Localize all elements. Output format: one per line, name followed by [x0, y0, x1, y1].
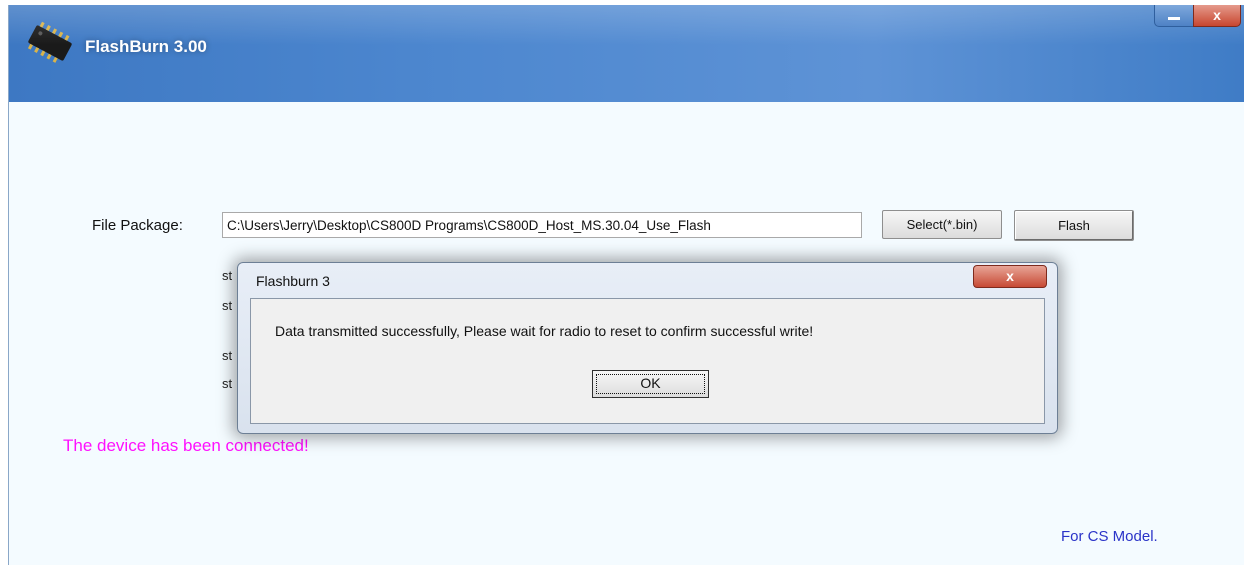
connection-status: The device has been connected!: [63, 436, 309, 455]
minimize-button[interactable]: [1154, 5, 1194, 27]
select-bin-button[interactable]: Select(*.bin): [882, 210, 1002, 239]
dialog-title: Flashburn 3: [256, 273, 330, 289]
flash-button[interactable]: Flash: [1014, 210, 1134, 241]
file-package-input[interactable]: [222, 212, 862, 238]
step-line-4: st: [222, 376, 233, 391]
close-icon: x: [1006, 268, 1014, 284]
step-line-3: st: [222, 348, 233, 363]
title-bar[interactable]: FlashBurn 3.00: [9, 5, 1244, 102]
dialog-close-button[interactable]: x: [973, 265, 1047, 288]
ok-label: OK: [640, 375, 661, 391]
close-button[interactable]: x: [1193, 5, 1241, 27]
file-package-label: File Package:: [92, 217, 183, 234]
ok-button[interactable]: OK: [592, 370, 709, 398]
dialog-body: Data transmitted successfully, Please wa…: [250, 298, 1045, 424]
window-title: FlashBurn 3.00: [85, 37, 207, 56]
model-note: For CS Model.: [1061, 528, 1158, 545]
dialog-message: Data transmitted successfully, Please wa…: [275, 323, 814, 339]
minimize-icon: [1168, 17, 1180, 20]
step-line-2: st: [222, 298, 233, 313]
close-icon: x: [1213, 7, 1221, 23]
chip-icon: [21, 21, 79, 65]
message-dialog: Flashburn 3 x Data transmitted successfu…: [237, 262, 1058, 434]
step-line-1: st: [222, 268, 233, 283]
